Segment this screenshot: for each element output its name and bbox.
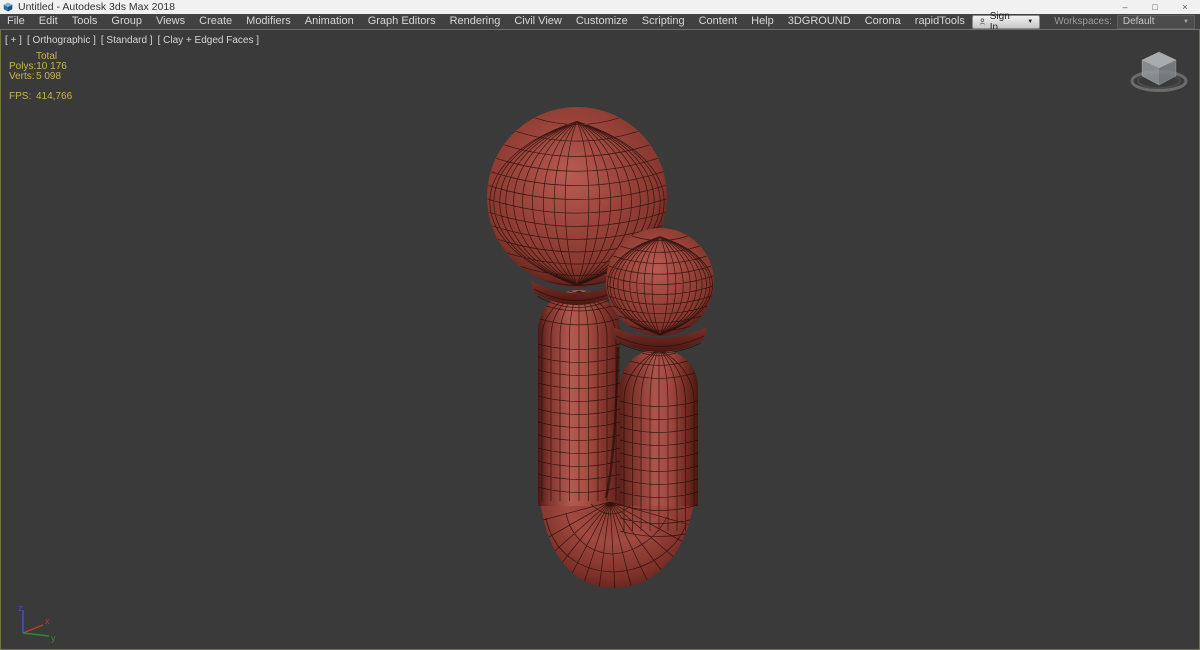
axis-z-label: z (18, 603, 23, 613)
viewport[interactable]: [ + ] [ Orthographic ] [ Standard ] [ Cl… (0, 29, 1200, 650)
viewport-style-menu[interactable]: [ Clay + Edged Faces ] (158, 35, 259, 46)
menu-modifiers[interactable]: Modifiers (239, 14, 298, 29)
menu-edit[interactable]: Edit (32, 14, 65, 29)
close-button[interactable]: × (1170, 0, 1200, 14)
menu-help[interactable]: Help (744, 14, 781, 29)
statistics-overlay: Total Polys:10 176 Verts:5 098 FPS: 414,7… (9, 52, 72, 102)
menu-views[interactable]: Views (149, 14, 192, 29)
workspaces-label: Workspaces: (1054, 16, 1112, 27)
menu-create[interactable]: Create (192, 14, 239, 29)
minimize-button[interactable]: – (1110, 0, 1140, 14)
menu-tools[interactable]: Tools (65, 14, 105, 29)
sign-in-button[interactable]: Sign In ▼ (971, 11, 1041, 33)
workspaces-value: Default (1122, 16, 1155, 27)
stats-verts-value: 5 098 (36, 71, 62, 82)
user-icon (979, 18, 986, 25)
menu-file[interactable]: File (0, 14, 32, 29)
menu-scripting[interactable]: Scripting (635, 14, 692, 29)
menu-bar: File Edit Tools Group Views Create Modif… (0, 11, 1200, 33)
stats-verts-label: Verts: (9, 71, 35, 82)
viewport-canvas[interactable] (1, 30, 1199, 649)
menu-corona[interactable]: Corona (858, 14, 908, 29)
axis-y-label: y (51, 633, 56, 643)
menu-rapidtools[interactable]: rapidTools (908, 14, 972, 29)
axis-x-line (22, 624, 44, 634)
menu-content[interactable]: Content (692, 14, 745, 29)
3ds-max-logo-icon[interactable] (3, 2, 13, 12)
window-controls: – □ × (1110, 0, 1200, 14)
axis-y-line (22, 632, 50, 637)
menu-group[interactable]: Group (104, 14, 149, 29)
viewport-general-menu[interactable]: [ + ] (5, 35, 22, 46)
viewport-label: [ + ] [ Orthographic ] [ Standard ] [ Cl… (5, 35, 259, 46)
window-titlebar: Untitled - Autodesk 3ds Max 2018 – □ × (0, 0, 1200, 14)
menu-civil-view[interactable]: Civil View (507, 14, 568, 29)
world-axis-gizmo: z x y (18, 603, 56, 643)
viewcube-cube[interactable] (1141, 51, 1177, 86)
menu-graph-editors[interactable]: Graph Editors (361, 14, 443, 29)
viewport-shading-menu[interactable]: [ Standard ] (101, 35, 153, 46)
viewport-pov-menu[interactable]: [ Orthographic ] (27, 35, 96, 46)
axis-x-label: x (45, 616, 50, 626)
stats-fps-value: 414,766 (36, 91, 73, 102)
workspaces-dropdown[interactable]: Default ▼ (1116, 14, 1195, 29)
viewcube[interactable] (1127, 44, 1191, 106)
menu-rendering[interactable]: Rendering (443, 14, 508, 29)
chevron-down-icon: ▼ (1183, 18, 1189, 25)
chevron-down-icon: ▼ (1027, 18, 1034, 25)
stats-fps-label: FPS: (9, 91, 32, 102)
menu-customize[interactable]: Customize (569, 14, 635, 29)
menu-animation[interactable]: Animation (298, 14, 361, 29)
menu-3dground[interactable]: 3DGROUND (781, 14, 858, 29)
restore-button[interactable]: □ (1140, 0, 1170, 14)
window-title: Untitled - Autodesk 3ds Max 2018 (18, 1, 176, 13)
